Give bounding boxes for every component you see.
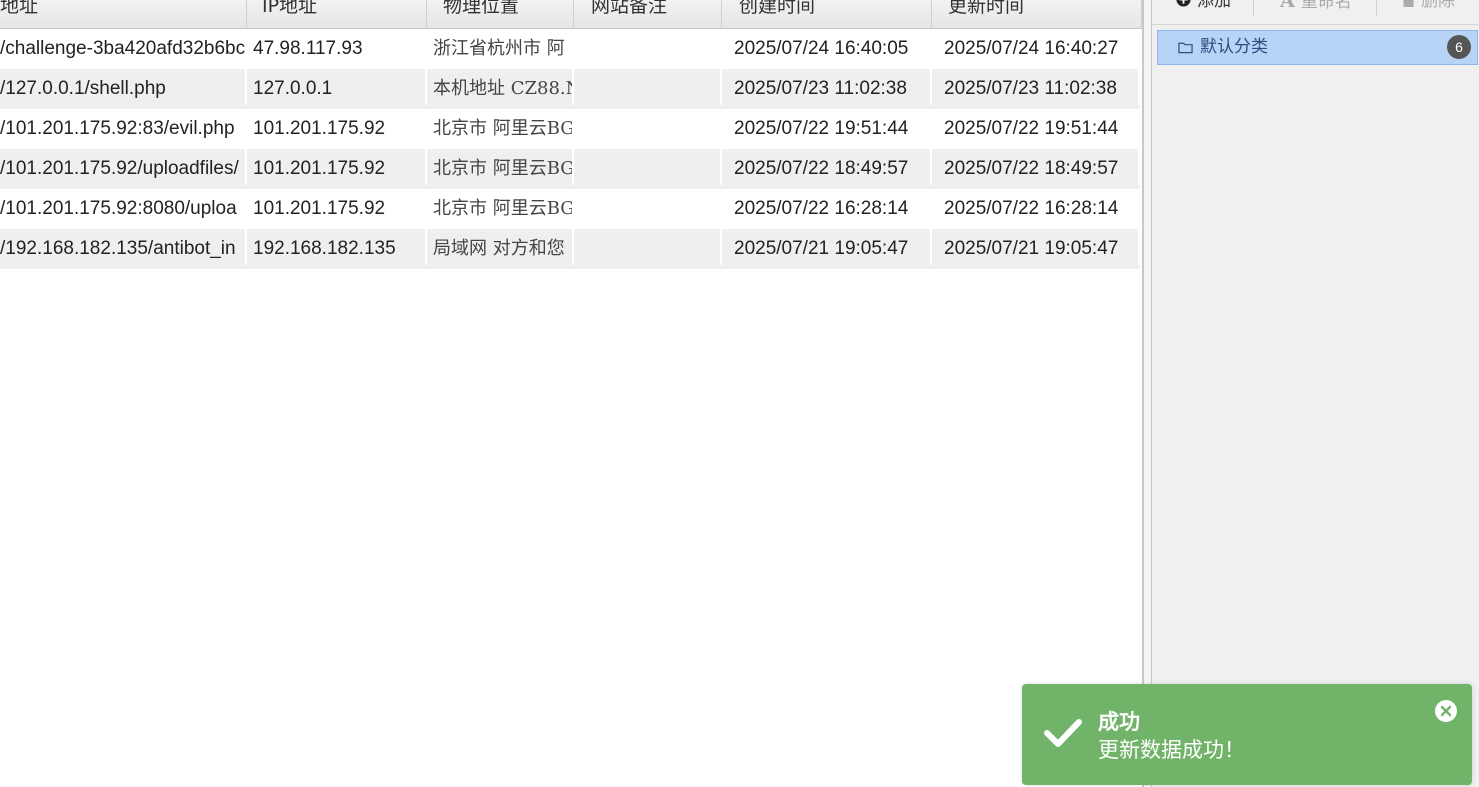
- cell-created: 2025/07/23 11:02:38: [722, 69, 932, 105]
- trash-icon: [1403, 0, 1414, 7]
- app-window: 地址 IP地址 物理位置 网站备注 创建时间 更新时间 /challenge-3…: [0, 0, 1479, 787]
- column-header-ip[interactable]: IP地址: [247, 0, 427, 28]
- cell-location: 局域网 对方和您: [427, 229, 574, 265]
- category-count-badge: 6: [1447, 35, 1471, 59]
- cell-updated: 2025/07/22 19:51:44: [932, 109, 1140, 145]
- folder-icon: [1178, 42, 1193, 54]
- table-row[interactable]: /192.168.182.135/antibot_in 192.168.182.…: [0, 229, 1140, 269]
- cell-note: [574, 29, 722, 65]
- table-row[interactable]: /101.201.175.92/uploadfiles/ 101.201.175…: [0, 149, 1140, 189]
- delete-category-button[interactable]: 删除: [1402, 0, 1455, 16]
- cell-url: /101.201.175.92:83/evil.php: [0, 109, 247, 145]
- cell-created: 2025/07/22 18:49:57: [722, 149, 932, 185]
- font-a-icon: A: [1280, 0, 1295, 12]
- rename-category-label: 重命名: [1300, 0, 1352, 12]
- cell-ip: 127.0.0.1: [247, 69, 427, 105]
- cell-ip: 47.98.117.93: [247, 29, 427, 65]
- close-icon[interactable]: [1435, 700, 1457, 722]
- plus-circle-icon: [1176, 0, 1191, 7]
- cell-url: /101.201.175.92:8080/uploa: [0, 189, 247, 225]
- cell-ip: 101.201.175.92: [247, 189, 427, 225]
- cell-url: /challenge-3ba420afd32b6bc: [0, 29, 247, 65]
- cell-note: [574, 149, 722, 185]
- cell-note: [574, 69, 722, 105]
- cell-ip: 101.201.175.92: [247, 109, 427, 145]
- cell-created: 2025/07/21 19:05:47: [722, 229, 932, 265]
- cell-ip: 192.168.182.135: [247, 229, 427, 265]
- category-label: 默认分类: [1200, 37, 1268, 57]
- cell-created: 2025/07/24 16:40:05: [722, 29, 932, 65]
- column-header-url[interactable]: 地址: [0, 0, 247, 28]
- success-toast: 成功 更新数据成功！: [1022, 684, 1472, 785]
- cell-ip: 101.201.175.92: [247, 149, 427, 185]
- table-row[interactable]: /challenge-3ba420afd32b6bc 47.98.117.93 …: [0, 29, 1140, 69]
- rename-category-button[interactable]: A 重命名: [1280, 0, 1352, 16]
- toast-title: 成功: [1098, 709, 1140, 734]
- cell-location: 浙江省杭州市 阿: [427, 29, 574, 65]
- column-header-location[interactable]: 物理位置: [427, 0, 574, 28]
- add-category-button[interactable]: 添加: [1176, 0, 1231, 16]
- column-header-created[interactable]: 创建时间: [722, 0, 932, 28]
- cell-updated: 2025/07/22 16:28:14: [932, 189, 1140, 225]
- table-row[interactable]: /127.0.0.1/shell.php 127.0.0.1 本机地址 CZ88…: [0, 69, 1140, 109]
- cell-updated: 2025/07/22 18:49:57: [932, 149, 1140, 185]
- column-header-note[interactable]: 网站备注: [574, 0, 722, 28]
- cell-created: 2025/07/22 16:28:14: [722, 189, 932, 225]
- add-category-label: 添加: [1197, 0, 1231, 11]
- cell-note: [574, 109, 722, 145]
- cell-location: 北京市 阿里云BG: [427, 149, 574, 185]
- toolbar-divider: [1376, 0, 1377, 16]
- toolbar-divider: [1253, 0, 1254, 16]
- panel-splitter[interactable]: [1142, 0, 1152, 787]
- cell-note: [574, 229, 722, 265]
- cell-location: 本机地址 CZ88.N: [427, 69, 574, 105]
- cell-url: /192.168.182.135/antibot_in: [0, 229, 247, 265]
- cell-url: /101.201.175.92/uploadfiles/: [0, 149, 247, 185]
- cell-url: /127.0.0.1/shell.php: [0, 69, 247, 105]
- column-header-updated[interactable]: 更新时间: [932, 0, 1142, 28]
- delete-category-label: 删除: [1421, 0, 1455, 11]
- grid-header: 地址 IP地址 物理位置 网站备注 创建时间 更新时间: [0, 0, 1142, 29]
- toast-message: 更新数据成功！: [1098, 738, 1245, 762]
- shell-list-grid: 地址 IP地址 物理位置 网站备注 创建时间 更新时间 /challenge-3…: [0, 0, 1142, 787]
- checkmark-icon: [1044, 719, 1082, 747]
- cell-note: [574, 189, 722, 225]
- cell-updated: 2025/07/23 11:02:38: [932, 69, 1140, 105]
- cell-location: 北京市 阿里云BG: [427, 109, 574, 145]
- category-item-default[interactable]: 默认分类 6: [1157, 30, 1478, 65]
- grid-body: /challenge-3ba420afd32b6bc 47.98.117.93 …: [0, 29, 1142, 269]
- category-toolbar: 添加 A 重命名 删除: [1152, 0, 1479, 25]
- cell-updated: 2025/07/21 19:05:47: [932, 229, 1140, 265]
- table-row[interactable]: /101.201.175.92:8080/uploa 101.201.175.9…: [0, 189, 1140, 229]
- cell-location: 北京市 阿里云BG: [427, 189, 574, 225]
- category-panel: 添加 A 重命名 删除 默认分类 6: [1152, 0, 1479, 787]
- table-row[interactable]: /101.201.175.92:83/evil.php 101.201.175.…: [0, 109, 1140, 149]
- cell-updated: 2025/07/24 16:40:27: [932, 29, 1140, 65]
- cell-created: 2025/07/22 19:51:44: [722, 109, 932, 145]
